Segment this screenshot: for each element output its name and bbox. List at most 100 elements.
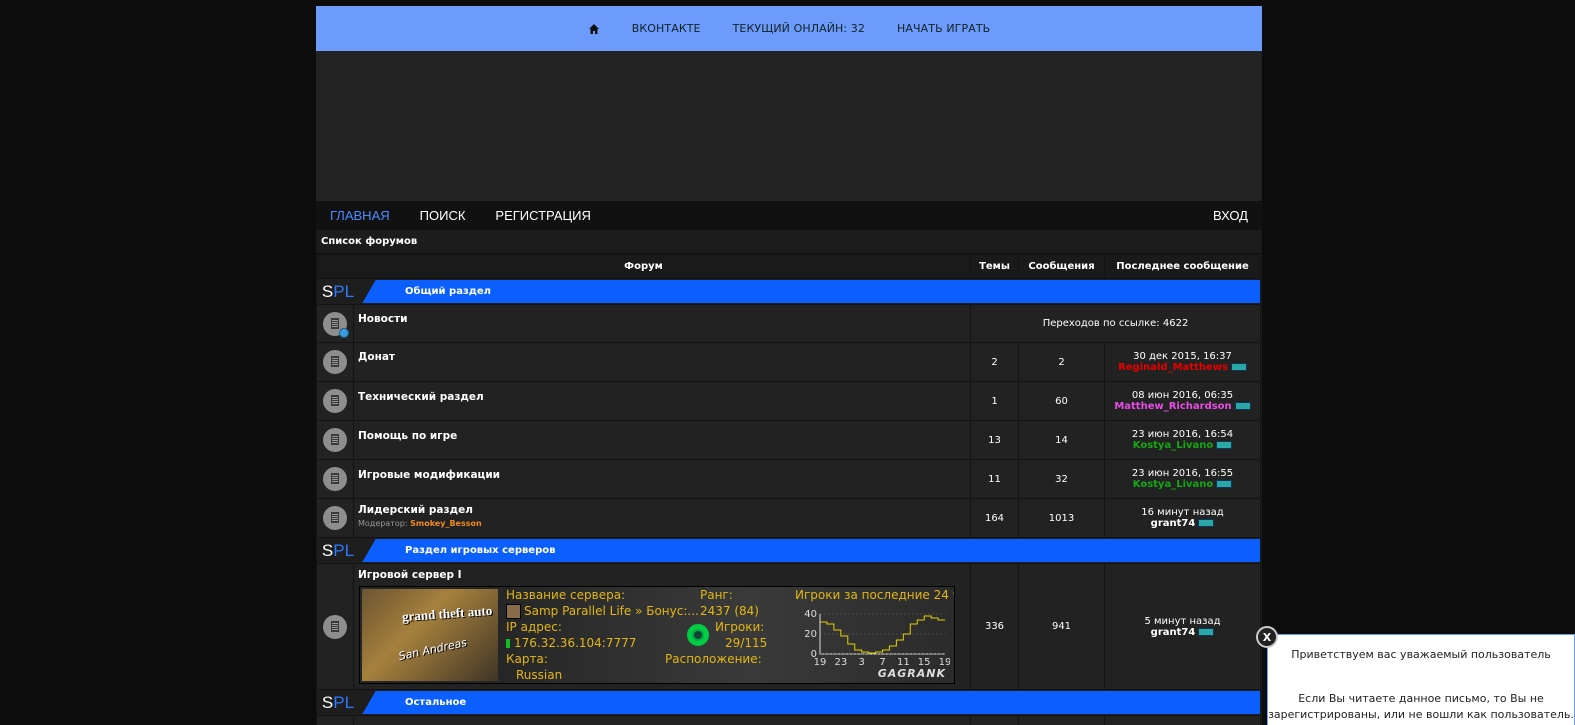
- forum-name[interactable]: Игровые модификации: [354, 469, 970, 481]
- table-header: Форум Темы Сообщения Последнее сообщение: [316, 254, 1261, 279]
- goto-post-icon[interactable]: [1234, 402, 1251, 410]
- graph-x-tick: 23: [834, 657, 847, 667]
- forum-link-icon: [323, 311, 349, 338]
- forum-row: Новости Переходов по ссылке: 4622: [316, 304, 1261, 343]
- forum-icon: [323, 506, 347, 530]
- topics-count: 164: [970, 498, 1019, 538]
- forum-icon: [323, 350, 347, 374]
- graph-y-tick: 20: [804, 629, 817, 640]
- banner: [316, 51, 1262, 201]
- nav-login[interactable]: ВХОД: [1213, 208, 1248, 223]
- graph-x-tick: 11: [897, 657, 910, 667]
- category-title[interactable]: Общий раздел: [405, 286, 491, 297]
- graph-axes: [819, 614, 945, 655]
- ip-label: IP адрес:: [506, 620, 562, 634]
- posts-count: 32: [1018, 459, 1105, 499]
- forum-row: Игровые модификации 11 32 23 июн 2016, 1…: [316, 459, 1261, 499]
- forum-name[interactable]: Донат: [354, 351, 970, 363]
- forum-row: [316, 715, 1261, 725]
- header-forum: Форум: [316, 254, 971, 279]
- goto-post-icon[interactable]: [1216, 480, 1233, 488]
- map-value: Russian: [516, 668, 563, 682]
- forum-icon: [323, 428, 347, 452]
- graph-x-tick: 15: [918, 657, 931, 667]
- status-online-icon: [506, 639, 510, 648]
- last-post-user[interactable]: Kostya_Livano: [1133, 440, 1214, 451]
- location-label: Расположение:: [665, 652, 762, 666]
- graph-x-tick: 19: [814, 657, 827, 667]
- popup-body-line1: Если Вы читаете данное письмо, то Вы не: [1298, 692, 1544, 705]
- last-post-date: 16 минут назад: [1141, 507, 1224, 518]
- category-title[interactable]: Раздел игровых серверов: [405, 545, 555, 556]
- forum-name[interactable]: Лидерский раздел: [354, 504, 970, 516]
- header-posts: Сообщения: [1018, 254, 1105, 279]
- map-label: Карта:: [506, 652, 548, 666]
- spl-logo: SPL: [321, 540, 355, 560]
- last-post-date: 23 июн 2016, 16:55: [1131, 468, 1234, 479]
- graph-x-tick: 3: [858, 657, 864, 667]
- gta-sa-logo: grand theft auto San Andreas: [362, 589, 498, 681]
- forum-name[interactable]: Новости: [354, 313, 970, 325]
- start-play-link[interactable]: НАЧАТЬ ИГРАТЬ: [897, 22, 990, 35]
- vk-link[interactable]: ВКОНТАКТЕ: [632, 22, 701, 35]
- last-post: 08 июн 2016, 06:35 Matthew_Richardson: [1104, 381, 1261, 421]
- forum-name[interactable]: Помощь по игре: [354, 430, 970, 442]
- topics-count: 2: [970, 342, 1019, 382]
- moderator-line: Модератор: Smokey_Besson: [358, 519, 482, 528]
- header-last-post: Последнее сообщение: [1104, 254, 1261, 279]
- last-post-user[interactable]: grant74: [1151, 627, 1196, 638]
- last-post-user[interactable]: Reginald_Matthews: [1118, 362, 1228, 373]
- last-post: 23 июн 2016, 16:54 Kostya_Livano: [1104, 420, 1261, 460]
- last-post-user[interactable]: grant74: [1151, 518, 1196, 529]
- goto-post-icon[interactable]: [1230, 363, 1247, 371]
- server-banner[interactable]: grand theft auto San Andreas Название се…: [359, 586, 955, 684]
- nav-search[interactable]: ПОИСК: [420, 208, 466, 223]
- last-post-user[interactable]: Kostya_Livano: [1133, 479, 1214, 490]
- popup-body-line2: зарегистрированы, или не вошли как польз…: [1268, 708, 1574, 721]
- category-title[interactable]: Остальное: [405, 697, 466, 708]
- last-post-date: 30 дек 2015, 16:37: [1133, 351, 1232, 362]
- graph-x-tick: 7: [879, 657, 885, 667]
- players-graph: 40200192337111519: [804, 609, 950, 667]
- topics-count: 11: [970, 459, 1019, 499]
- goto-post-icon[interactable]: [1198, 519, 1215, 527]
- last-post-date: 08 июн 2016, 06:35: [1131, 390, 1234, 401]
- goto-post-icon[interactable]: [1198, 627, 1215, 636]
- posts-count: 60: [1018, 381, 1105, 421]
- players-label: Игроки:: [715, 620, 765, 634]
- online-count: ТЕКУЩИЙ ОНЛАЙН: 32: [732, 22, 866, 35]
- popup-close-button[interactable]: X: [1256, 626, 1278, 648]
- top-bar: ВКОНТАКТЕ ТЕКУЩИЙ ОНЛАЙН: 32 НАЧАТЬ ИГРА…: [316, 6, 1262, 51]
- welcome-popup: Приветствуем вас уважаемый пользователь …: [1267, 634, 1575, 725]
- home-icon[interactable]: [588, 23, 600, 35]
- posts-count: 2: [1018, 342, 1105, 382]
- nav-register[interactable]: РЕГИСТРАЦИЯ: [495, 208, 590, 223]
- players-value: 29/115: [725, 636, 768, 650]
- last-post: 16 минут назад grant74: [1104, 498, 1261, 538]
- forum-page: ВКОНТАКТЕ ТЕКУЩИЙ ОНЛАЙН: 32 НАЧАТЬ ИГРА…: [316, 6, 1262, 725]
- gagrank-logo: GAGRANK: [877, 667, 946, 680]
- spl-logo: SPL: [321, 281, 355, 301]
- last-post-user[interactable]: Matthew_Richardson: [1114, 401, 1231, 412]
- forum-name[interactable]: Технический раздел: [354, 391, 970, 403]
- redirect-count: Переходов по ссылке: 4622: [970, 304, 1261, 343]
- forum-table: Форум Темы Сообщения Последнее сообщение…: [316, 254, 1261, 725]
- forum-name[interactable]: Игровой сервер I: [354, 569, 970, 581]
- breadcrumb[interactable]: Список форумов: [316, 230, 1262, 254]
- popup-title: Приветствуем вас уважаемый пользователь: [1291, 648, 1551, 661]
- graph-label: Игроки за последние 24 ч:: [795, 588, 955, 602]
- last-post-date: 5 минут назад: [1144, 615, 1221, 627]
- ip-value: 176.32.36.104:7777: [506, 636, 636, 650]
- moderator-link[interactable]: Smokey_Besson: [410, 519, 482, 528]
- server-name-value: Samp Parallel Life » Бонус:...: [506, 604, 699, 619]
- forum-row: Игровой сервер I grand theft auto San An…: [316, 563, 1261, 690]
- graph-y-tick: 40: [804, 609, 817, 620]
- forum-row: Помощь по игре 13 14 23 июн 2016, 16:54 …: [316, 420, 1261, 460]
- posts-count: 1013: [1018, 498, 1105, 538]
- last-post: 23 июн 2016, 16:55 Kostya_Livano: [1104, 459, 1261, 499]
- header-topics: Темы: [970, 254, 1019, 279]
- topics-count: 1: [970, 381, 1019, 421]
- goto-post-icon[interactable]: [1216, 441, 1233, 449]
- nav-home[interactable]: ГЛАВНАЯ: [330, 208, 390, 223]
- topics-count: 13: [970, 420, 1019, 460]
